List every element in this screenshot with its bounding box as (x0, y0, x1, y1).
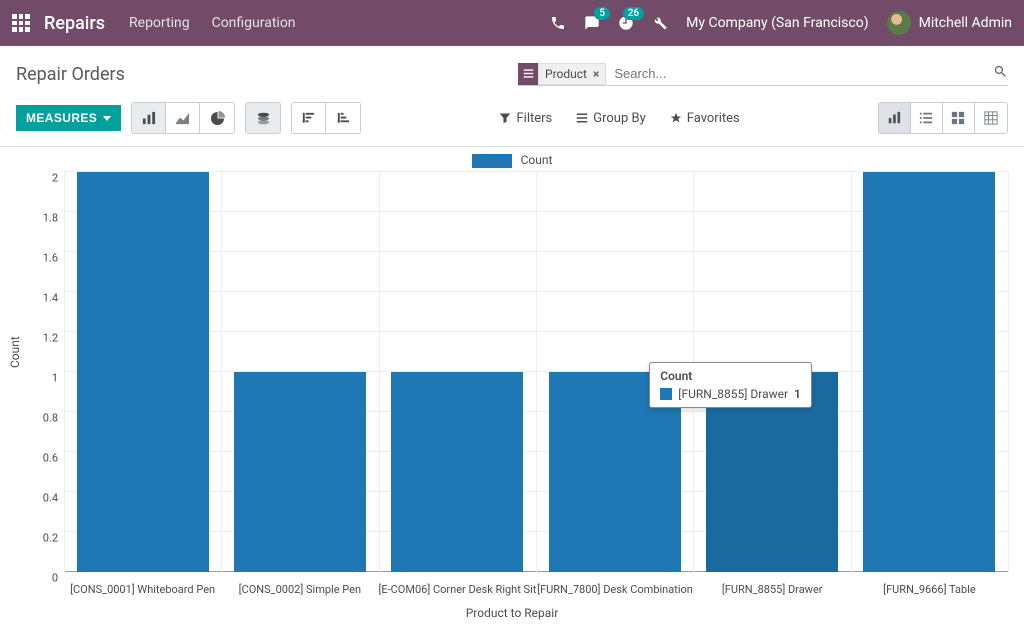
caret-down-icon (103, 116, 111, 121)
chart-bar[interactable] (234, 372, 366, 572)
measures-button[interactable]: MEASURES (16, 105, 121, 131)
chart-bar[interactable] (77, 172, 209, 572)
clock-badge: 26 (623, 7, 644, 20)
legend-label: Count (521, 153, 553, 167)
search-icon[interactable] (993, 64, 1008, 83)
search-input[interactable] (610, 62, 993, 85)
x-tick-label: [FURN_7800] Desk Combination (536, 583, 693, 596)
avatar (887, 11, 911, 35)
favorites-button[interactable]: Favorites (670, 111, 740, 126)
nav-reporting[interactable]: Reporting (129, 15, 190, 31)
y-axis: 00.20.40.60.811.21.41.61.82 (24, 172, 58, 572)
kanban-view-button[interactable] (943, 103, 975, 133)
x-tick-label: [E-COM06] Corner Desk Right Sit (378, 583, 536, 596)
wrench-icon[interactable] (652, 15, 668, 31)
chart-option-group (245, 102, 281, 134)
chat-badge: 5 (594, 7, 610, 20)
x-tick-label: [FURN_9666] Table (851, 583, 1008, 596)
chart-plot: Count 00.20.40.60.811.21.41.61.82 [CONS_… (64, 172, 1008, 604)
tooltip-swatch (660, 388, 672, 400)
sort-group (291, 102, 361, 134)
chart-legend: Count (8, 153, 1016, 168)
favorites-label: Favorites (687, 111, 740, 126)
clock-icon[interactable]: 26 (618, 15, 634, 31)
y-tick: 0.6 (43, 451, 58, 464)
line-chart-button[interactable] (166, 103, 200, 133)
chart-area: Count Count 00.20.40.60.811.21.41.61.82 … (0, 147, 1024, 624)
x-tick-label: [CONS_0001] Whiteboard Pen (64, 583, 221, 596)
groupby-button[interactable]: Group By (576, 111, 646, 126)
phone-icon[interactable] (550, 15, 566, 31)
sort-desc-button[interactable] (292, 103, 326, 133)
stacked-button[interactable] (246, 103, 280, 133)
facet-remove[interactable]: × (593, 67, 599, 81)
y-tick: 0 (52, 571, 58, 584)
tooltip-series: [FURN_8855] Drawer (678, 387, 788, 401)
filters-label: Filters (516, 111, 552, 126)
y-tick: 1.2 (43, 331, 58, 344)
y-tick: 0.4 (43, 491, 58, 504)
y-tick: 1.8 (43, 211, 58, 224)
tooltip-title: Count (660, 369, 801, 383)
y-tick: 1 (52, 371, 58, 384)
pivot-view-button[interactable] (975, 103, 1007, 133)
user-name: Mitchell Admin (919, 15, 1012, 31)
facet-text: Product (545, 67, 587, 81)
y-tick: 0.2 (43, 531, 58, 544)
y-axis-title: Count (8, 336, 22, 368)
chart-bars (64, 172, 1008, 572)
chart-type-group (131, 102, 235, 134)
bar-chart-button[interactable] (132, 103, 166, 133)
apps-icon[interactable] (12, 14, 30, 32)
search-bar[interactable]: Product × (518, 62, 1008, 86)
x-tick-label: [CONS_0002] Simple Pen (221, 583, 378, 596)
y-tick: 2 (52, 171, 58, 184)
chart-bar[interactable] (391, 372, 523, 572)
y-tick: 1.4 (43, 291, 58, 304)
list-view-button[interactable] (911, 103, 943, 133)
filters-button[interactable]: Filters (499, 111, 552, 126)
y-tick: 1.6 (43, 251, 58, 264)
chart-bar[interactable] (863, 172, 995, 572)
top-nav: Repairs Reporting Configuration 5 26 My … (0, 0, 1024, 46)
search-facet: Product × (518, 63, 606, 85)
groupby-icon (518, 63, 538, 85)
groupby-label: Group By (593, 111, 646, 126)
sort-asc-button[interactable] (326, 103, 360, 133)
user-menu[interactable]: Mitchell Admin (887, 11, 1012, 35)
x-axis-labels: [CONS_0001] Whiteboard Pen[CONS_0002] Si… (64, 583, 1008, 596)
company-selector[interactable]: My Company (San Francisco) (686, 15, 868, 31)
nav-configuration[interactable]: Configuration (212, 15, 296, 31)
app-brand[interactable]: Repairs (44, 13, 105, 34)
x-tick-label: [FURN_8855] Drawer (694, 583, 851, 596)
measures-label: MEASURES (26, 111, 97, 125)
y-tick: 0.8 (43, 411, 58, 424)
chat-icon[interactable]: 5 (584, 15, 600, 31)
chart-tooltip: Count [FURN_8855] Drawer 1 (649, 362, 812, 408)
pie-chart-button[interactable] (200, 103, 234, 133)
page-title: Repair Orders (16, 64, 125, 85)
legend-swatch (472, 154, 512, 168)
tooltip-value: 1 (794, 387, 801, 401)
x-axis-title: Product to Repair (8, 606, 1016, 620)
graph-view-button[interactable] (879, 103, 911, 133)
view-switcher (878, 102, 1008, 134)
